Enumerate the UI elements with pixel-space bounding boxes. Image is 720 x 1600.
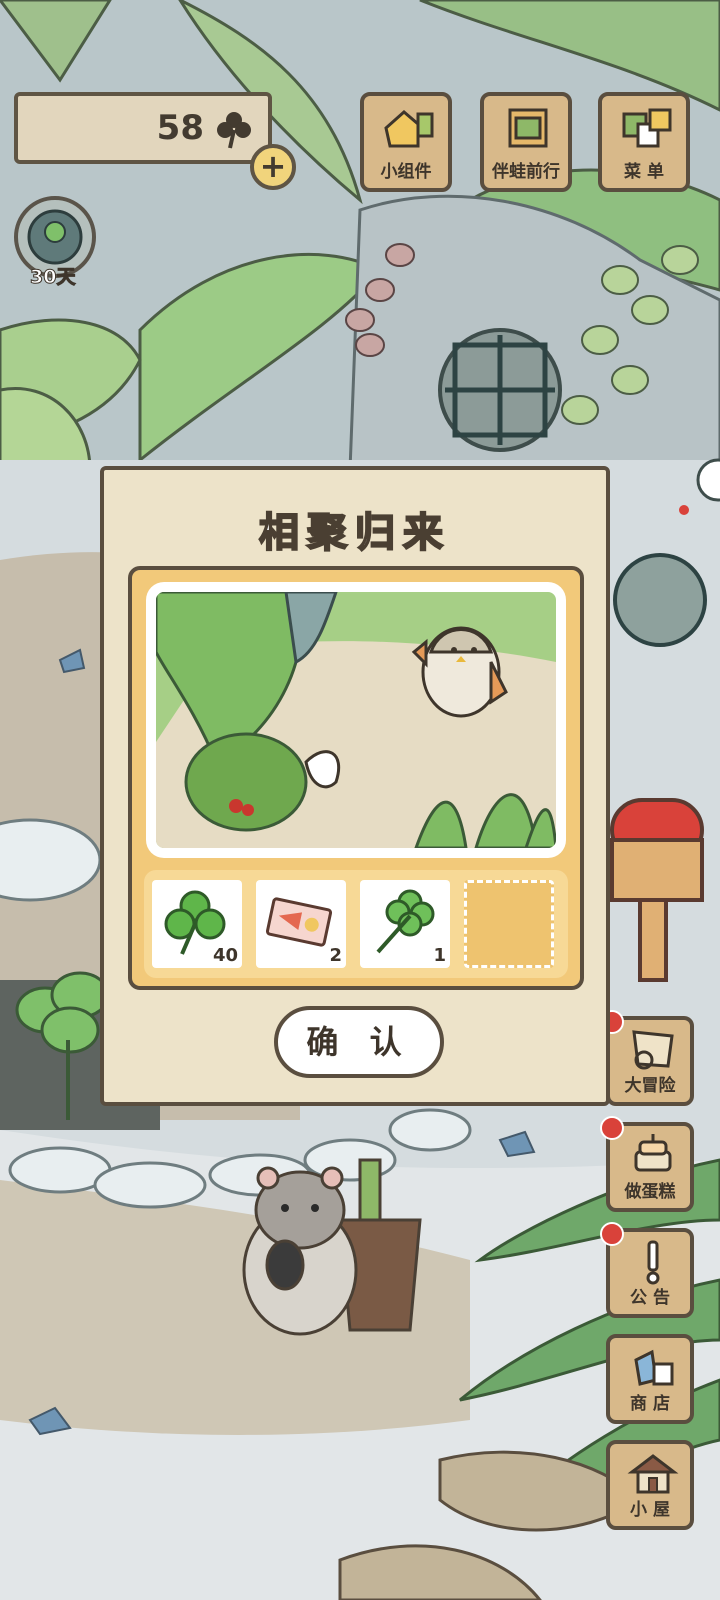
- reward-item-clover[interactable]: 40: [152, 880, 242, 968]
- adventure-icon: [632, 1030, 674, 1070]
- cake-button[interactable]: 做蛋糕: [600, 1116, 694, 1212]
- house-button[interactable]: 小 屋: [606, 1440, 694, 1530]
- cake-label: 做蛋糕: [624, 1182, 676, 1202]
- announcement-label: 公 告: [630, 1288, 670, 1308]
- widget-label: 小组件: [380, 162, 432, 182]
- widget-button[interactable]: 小组件: [360, 92, 452, 192]
- reward-qty: 2: [329, 945, 342, 966]
- shop-label: 商 店: [630, 1394, 670, 1414]
- clover-count: 58: [156, 108, 204, 148]
- adventure-button[interactable]: 大冒险: [600, 1010, 694, 1106]
- menu-icon: [622, 108, 672, 148]
- journey-label: 伴蛙前行: [492, 162, 560, 182]
- widget-icon: [384, 110, 434, 148]
- cake-icon: [634, 1134, 672, 1172]
- journey-button[interactable]: 伴蛙前行: [480, 92, 572, 192]
- adventure-label: 大冒险: [624, 1076, 676, 1096]
- days-count: 30天: [29, 266, 76, 289]
- reward-qty: 40: [212, 945, 238, 966]
- house-icon: [627, 1454, 679, 1494]
- reward-album: 40 2 1: [128, 566, 584, 990]
- menu-label: 菜 单: [624, 162, 664, 182]
- reward-item-ticket[interactable]: 2: [256, 880, 346, 968]
- reward-item-four-leaf-clover[interactable]: 1: [360, 880, 450, 968]
- confirm-button[interactable]: 确 认: [274, 1006, 444, 1078]
- shop-icon: [634, 1349, 674, 1386]
- shop-button[interactable]: 商 店: [606, 1334, 694, 1424]
- notification-badge: [600, 1116, 624, 1140]
- clover-icon: [217, 112, 251, 149]
- house-label: 小 屋: [630, 1500, 670, 1520]
- add-clover-button[interactable]: +: [250, 144, 296, 190]
- menu-button[interactable]: 菜 单: [598, 92, 690, 192]
- four-leaf-clover-icon: [376, 889, 435, 954]
- reward-items: 40 2 1: [144, 870, 568, 978]
- ticket-icon: [265, 897, 333, 947]
- frog-and-owl-illustration: [156, 592, 556, 848]
- clover-counter: 58: [14, 92, 272, 164]
- announcement-icon: [646, 1240, 660, 1285]
- dialog-title: 相聚归来: [258, 509, 451, 557]
- reunion-dialog: 相聚归来 40 2 1 确 认: [100, 466, 610, 1106]
- reunion-photo: [146, 582, 566, 858]
- journey-icon: [508, 108, 548, 148]
- reward-qty: 1: [433, 945, 446, 966]
- announcement-button[interactable]: 公 告: [600, 1222, 694, 1318]
- notification-badge: [600, 1222, 624, 1246]
- reward-item-empty-slot: [464, 880, 554, 968]
